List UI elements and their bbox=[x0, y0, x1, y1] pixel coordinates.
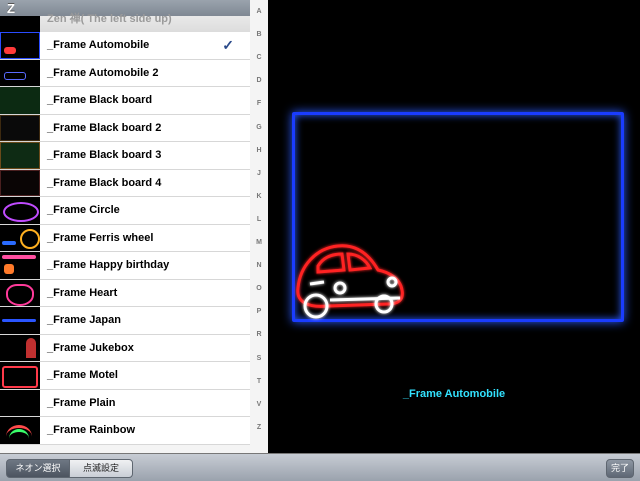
done-button[interactable]: 完了 bbox=[606, 459, 634, 478]
index-letter[interactable]: K bbox=[250, 193, 268, 200]
index-letter[interactable]: H bbox=[250, 147, 268, 154]
list-item-label: _Frame Circle bbox=[47, 204, 120, 216]
list-item-label: _Frame Rainbow bbox=[47, 424, 136, 436]
frame-list-panel[interactable]: Z Zen 禅( The left side up) _Frame Automo… bbox=[0, 0, 268, 453]
thumbnail bbox=[0, 279, 40, 306]
index-letter[interactable]: V bbox=[250, 401, 268, 408]
list-item-label: _Frame Black board 3 bbox=[47, 149, 162, 161]
list-item[interactable]: _Frame Ferris wheel bbox=[0, 224, 250, 252]
index-letter[interactable]: P bbox=[250, 308, 268, 315]
list-item[interactable]: _Frame Motel bbox=[0, 362, 250, 390]
tab-neon-select[interactable]: ネオン選択 bbox=[6, 459, 70, 478]
thumbnail bbox=[0, 197, 40, 224]
index-letter[interactable]: F bbox=[250, 100, 268, 107]
index-letter[interactable]: O bbox=[250, 285, 268, 292]
section-index-bar[interactable]: A B C D F G H J K L M N O P R S T V Z bbox=[250, 0, 268, 453]
thumbnail bbox=[0, 169, 40, 196]
thumbnail bbox=[0, 114, 40, 141]
thumbnail bbox=[0, 334, 40, 361]
list-item[interactable]: _Frame Automobile 2 bbox=[0, 59, 250, 87]
thumbnail bbox=[0, 224, 40, 251]
list-item[interactable]: _Frame Plain bbox=[0, 389, 250, 417]
thumbnail bbox=[0, 417, 40, 444]
list-item-zen[interactable]: Zen 禅( The left side up) bbox=[0, 13, 250, 32]
list-item[interactable]: _Frame Japan bbox=[0, 307, 250, 335]
list-item-label: _Frame Japan bbox=[47, 314, 121, 326]
thumbnail bbox=[0, 16, 40, 32]
list-item[interactable]: _Frame Jukebox bbox=[0, 334, 250, 362]
list-item[interactable]: _Frame Heart bbox=[0, 279, 250, 307]
frame-preview: _Frame Automobile bbox=[268, 0, 640, 453]
thumbnail bbox=[0, 32, 40, 59]
index-letter[interactable]: A bbox=[250, 8, 268, 15]
list-item-label: _Frame Heart bbox=[47, 286, 118, 299]
list-item[interactable]: _Frame Black board 2 bbox=[0, 114, 250, 142]
list-item-label: Zen 禅( The left side up) bbox=[47, 13, 172, 25]
checkmark-icon: ✓ bbox=[222, 37, 234, 53]
index-letter[interactable]: B bbox=[250, 31, 268, 38]
index-letter[interactable]: S bbox=[250, 355, 268, 362]
preview-title: _Frame Automobile bbox=[402, 388, 506, 400]
index-letter[interactable]: J bbox=[250, 170, 268, 177]
list-item-label: _Frame Ferris wheel bbox=[47, 231, 154, 244]
index-letter[interactable]: N bbox=[250, 262, 268, 269]
list-item-label: _Frame Happy birthday bbox=[47, 259, 170, 271]
list-item-label: _Frame Black board 4 bbox=[47, 176, 162, 189]
list-item[interactable]: _Frame Automobile ✓ bbox=[0, 32, 250, 60]
list-item-label: _Frame Automobile bbox=[47, 39, 150, 51]
tab-blink-settings[interactable]: 点滅設定 bbox=[69, 459, 133, 478]
list-item-label: _Frame Automobile 2 bbox=[47, 66, 159, 79]
list-item[interactable]: _Frame Black board 3 bbox=[0, 142, 250, 170]
frame-list: _Frame Automobile ✓ _Frame Automobile 2 … bbox=[0, 32, 250, 445]
list-item[interactable]: _Frame Black board 4 bbox=[0, 169, 250, 197]
list-item-label: _Frame Motel bbox=[47, 369, 118, 381]
index-letter[interactable]: C bbox=[250, 54, 268, 61]
section-letter: Z bbox=[7, 1, 15, 16]
list-item-label: _Frame Black board 2 bbox=[47, 121, 162, 134]
thumbnail bbox=[0, 307, 40, 334]
thumbnail bbox=[0, 389, 40, 416]
bottom-toolbar: ネオン選択 点滅設定 完了 bbox=[0, 453, 640, 481]
thumbnail bbox=[0, 142, 40, 169]
thumbnail bbox=[0, 252, 40, 279]
thumbnail bbox=[0, 362, 40, 389]
list-item-label: _Frame Jukebox bbox=[47, 341, 134, 354]
index-letter[interactable]: G bbox=[250, 124, 268, 131]
index-letter[interactable]: L bbox=[250, 216, 268, 223]
list-item[interactable]: _Frame Black board bbox=[0, 87, 250, 115]
neon-car-icon bbox=[296, 244, 404, 319]
list-item[interactable]: _Frame Rainbow bbox=[0, 417, 250, 445]
thumbnail bbox=[0, 59, 40, 86]
index-letter[interactable]: T bbox=[250, 378, 268, 385]
list-item-label: _Frame Black board bbox=[47, 94, 153, 106]
list-item[interactable]: _Frame Happy birthday bbox=[0, 252, 250, 280]
thumbnail bbox=[0, 87, 40, 114]
index-letter[interactable]: D bbox=[250, 77, 268, 84]
index-letter[interactable]: R bbox=[250, 331, 268, 338]
list-item[interactable]: _Frame Circle bbox=[0, 197, 250, 225]
list-item-label: _Frame Plain bbox=[47, 396, 116, 409]
index-letter[interactable]: M bbox=[250, 239, 268, 246]
index-letter[interactable]: Z bbox=[250, 424, 268, 431]
